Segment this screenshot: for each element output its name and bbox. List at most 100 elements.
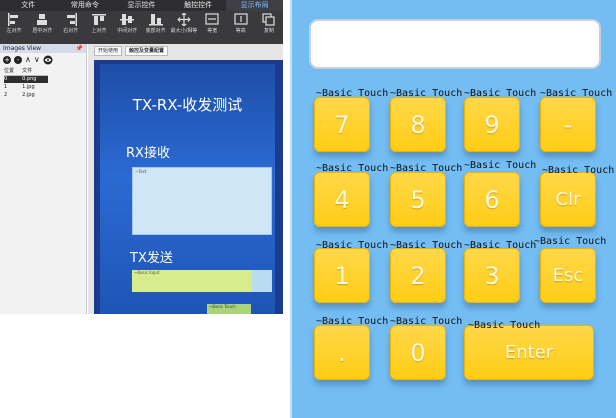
key-label: Clr [555, 189, 581, 210]
row-file: 1.jpg [22, 84, 35, 90]
key-label: 9 [484, 110, 500, 139]
align-right-icon [66, 13, 77, 26]
copy-icon [262, 13, 275, 26]
key-5-button[interactable]: 5 [390, 172, 446, 227]
send-widget-caption: ~Basic Touch [209, 304, 236, 309]
rx-text-widget[interactable]: ~Text [132, 167, 272, 235]
tab-display-layout[interactable]: 显示布局 [226, 0, 283, 11]
key-6-button[interactable]: 6 [464, 172, 520, 227]
tab-file[interactable]: 文件 [0, 0, 57, 11]
key-9-button[interactable]: 9 [464, 97, 520, 152]
key-label: 6 [484, 185, 500, 214]
row-position: 0 [4, 75, 23, 83]
keypad-display-field[interactable] [309, 19, 601, 69]
tool-label: 上对齐 [91, 28, 107, 34]
tx-label: TX发送 [130, 251, 173, 266]
images-view-toolbar: + - ∧ ∨ [0, 53, 86, 67]
tab-getting-started[interactable]: 开始使用 [94, 46, 123, 56]
tool-label: 等高 [235, 28, 246, 34]
row-file: 0.png [22, 75, 48, 83]
document-tabs: 开始使用 触控及变量配置 [88, 44, 283, 56]
document-area: 开始使用 触控及变量配置 TX-RX-收发测试 RX接收 ~Text TX发送 … [88, 44, 283, 314]
widget-type-caption: ~Basic Touch [464, 88, 537, 99]
send-touch-widget[interactable]: ~Basic Touch [207, 304, 251, 314]
key-1-button[interactable]: 1 [314, 248, 370, 303]
tx-input-widget[interactable]: ~Basic Input [132, 270, 252, 292]
widget-type-caption: ~Basic Touch [468, 320, 541, 331]
tool-label: 底部对齐 [145, 28, 166, 34]
key-label: Esc [552, 265, 584, 286]
layout-toolbar: 左对齐 居中对齐 右对齐 上对齐 中间对齐 底部对齐 最大小/相等 等宽 等高 … [0, 11, 283, 44]
key-label: 7 [334, 110, 350, 139]
align-center-button[interactable]: 居中对齐 [30, 13, 54, 44]
key-3-button[interactable]: 3 [464, 248, 520, 303]
key-0-button[interactable]: 0 [390, 325, 446, 380]
equal-height-button[interactable]: 等高 [229, 13, 253, 44]
eye-icon[interactable] [43, 55, 53, 65]
tool-label: 中间对齐 [117, 28, 138, 34]
key-label: . [338, 338, 346, 367]
pin-icon[interactable]: 📌 [76, 44, 83, 53]
key-4-button[interactable]: 4 [314, 172, 370, 227]
ribbon-tab-bar: 文件 常用命令 显示控件 触控控件 显示布局 [0, 0, 283, 11]
align-left-button[interactable]: 左对齐 [2, 13, 26, 44]
row-position: 1 [4, 84, 8, 90]
widget-type-caption: ~Basic Touch [316, 88, 389, 99]
widget-type-caption: ~Basic Touch [542, 165, 615, 176]
key-8-button[interactable]: 8 [390, 97, 446, 152]
key-label: 0 [410, 338, 426, 367]
hmi-screen-preview[interactable]: TX-RX-收发测试 RX接收 ~Text TX发送 ~Basic Input … [100, 64, 275, 314]
tool-label: 最大小/相等 [170, 28, 198, 34]
table-header: 位置 文件 [4, 67, 48, 76]
resize-equal-button[interactable]: 最大小/相等 [170, 13, 198, 44]
screen-title: TX-RX-收发测试 [132, 96, 243, 114]
row-file: 2.jpg [22, 92, 35, 98]
copy-button[interactable]: 复制 [257, 13, 281, 44]
widget-type-caption: ~Basic Touch [464, 240, 537, 251]
key-label: - [563, 110, 573, 139]
hmi-designer-window: 文件 常用命令 显示控件 触控控件 显示布局 左对齐 居中对齐 右对齐 上对齐 [0, 0, 283, 314]
table-row[interactable]: 1 1.jpg [4, 83, 48, 91]
image-list-table: 位置 文件 0 0.png 1 1.jpg 2 2.jpg [4, 67, 48, 99]
widget-type-caption: ~Basic Touch [390, 316, 463, 327]
align-bottom-icon [148, 14, 163, 26]
move-down-icon[interactable]: ∨ [34, 56, 40, 64]
table-row[interactable]: 2 2.jpg [4, 91, 48, 99]
widget-type-caption: ~Basic Touch [534, 236, 607, 247]
key-dot-button[interactable]: . [314, 325, 370, 380]
align-right-button[interactable]: 右对齐 [59, 13, 83, 44]
add-image-icon[interactable]: + [3, 56, 11, 64]
widget-type-caption: ~Basic Touch [390, 240, 463, 251]
numeric-keypad-screen: 7 ~Basic Touch 8 ~Basic Touch 9 ~Basic Touch -… [290, 0, 616, 418]
table-row[interactable]: 0 0.png [4, 75, 48, 83]
align-left-icon [8, 13, 18, 26]
align-top-button[interactable]: 上对齐 [87, 13, 111, 44]
widget-type-caption: ~Basic Touch [540, 88, 613, 99]
tab-touch-controls[interactable]: 触控控件 [170, 0, 227, 11]
widget-type-caption: ~Basic Touch [464, 160, 537, 171]
equal-width-button[interactable]: 等宽 [200, 13, 224, 44]
key-escape-button[interactable]: Esc [540, 248, 596, 303]
key-enter-button[interactable]: Enter [464, 325, 594, 380]
key-2-button[interactable]: 2 [390, 248, 446, 303]
key-7-button[interactable]: 7 [314, 97, 370, 152]
align-bottom-button[interactable]: 底部对齐 [144, 13, 168, 44]
equal-height-icon [234, 13, 248, 25]
move-up-icon[interactable]: ∧ [25, 56, 31, 64]
key-minus-button[interactable]: - [540, 97, 596, 152]
widget-type-caption: ~Basic Touch [390, 163, 463, 174]
align-middle-button[interactable]: 中间对齐 [115, 13, 139, 44]
tx-side-widget[interactable] [252, 270, 272, 292]
remove-image-icon[interactable]: - [14, 56, 22, 64]
column-header-file: 文件 [22, 67, 48, 76]
align-middle-icon [120, 14, 135, 25]
tab-display-controls[interactable]: 显示控件 [113, 0, 170, 11]
widget-type-caption: ~Basic Touch [390, 88, 463, 99]
equal-width-icon [205, 13, 219, 25]
tool-label: 复制 [263, 28, 274, 34]
tab-touch-variable-config[interactable]: 触控及变量配置 [125, 46, 169, 56]
key-clear-button[interactable]: Clr [540, 172, 596, 227]
tab-common-commands[interactable]: 常用命令 [57, 0, 114, 11]
rx-label: RX接收 [126, 146, 170, 161]
key-label: 5 [410, 185, 426, 214]
